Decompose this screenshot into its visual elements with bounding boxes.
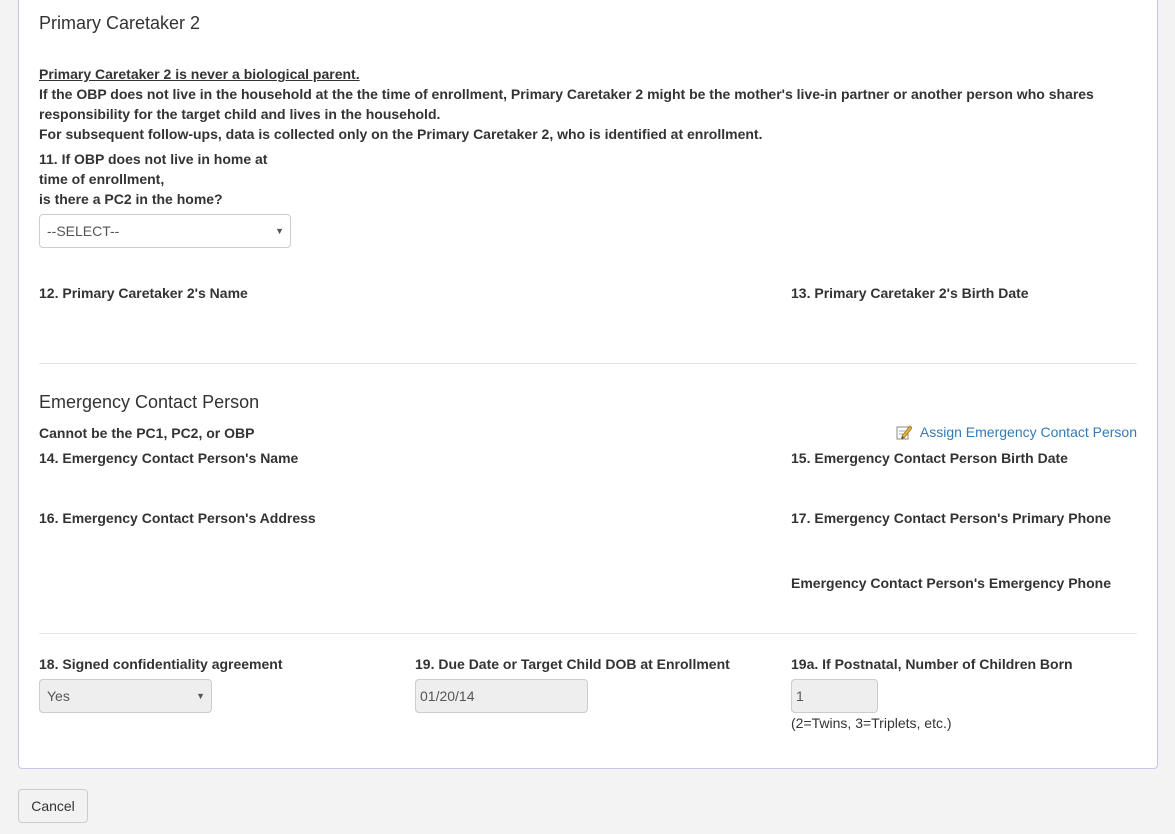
q11-label-line1: 11. If OBP does not live in home at [39,151,268,167]
section-divider [39,363,1137,364]
q11-label-line2: time of enrollment, [39,171,165,187]
q11-label-line3: is there a PC2 in the home? [39,191,223,207]
pc2-note-line3: For subsequent follow-ups, data is colle… [39,126,763,142]
q18-confidentiality-select[interactable]: Yes ▼ [39,679,212,713]
pc2-note-underline: Primary Caretaker 2 is never a biologica… [39,66,360,82]
q19-due-date-field[interactable]: 01/20/14 [415,679,588,713]
q18-label: 18. Signed confidentiality agreement [39,656,283,672]
q17-label: 17. Emergency Contact Person's Primary P… [791,510,1112,526]
q13-label: 13. Primary Caretaker 2's Birth Date [791,285,1029,301]
q11-pc2-in-home-select[interactable]: --SELECT-- ▼ [39,214,291,248]
q19-label: 19. Due Date or Target Child DOB at Enro… [415,656,730,672]
emergency-section-title: Emergency Contact Person [39,392,260,412]
q11-selected-value: --SELECT-- [47,223,120,239]
pc2-section-title: Primary Caretaker 2 [39,13,201,33]
emergency-subtitle: Cannot be the PC1, PC2, or OBP [39,425,255,441]
q19a-hint: (2=Twins, 3=Triplets, etc.) [791,715,952,731]
q14-label: 14. Emergency Contact Person's Name [39,450,299,466]
q15-label: 15. Emergency Contact Person Birth Date [791,450,1068,466]
pc2-note-line1: If the OBP does not live in the househol… [39,86,1094,102]
q11-label: 11. If OBP does not live in home at time… [39,149,267,209]
assign-emergency-contact-link[interactable]: Assign Emergency Contact Person [896,423,1137,440]
q19a-label: 19a. If Postnatal, Number of Children Bo… [791,656,1073,672]
q16-label: 16. Emergency Contact Person's Address [39,510,316,526]
cancel-button[interactable]: Cancel [18,789,88,823]
section-divider [39,633,1137,634]
pc2-note-line2: responsibility for the target child and … [39,106,441,122]
q19a-children-born-field[interactable]: 1 [791,679,878,713]
chevron-down-icon: ▼ [275,226,284,236]
assign-emergency-contact-label: Assign Emergency Contact Person [919,424,1137,441]
emergency-phone-label: Emergency Contact Person's Emergency Pho… [791,575,1111,591]
chevron-down-icon: ▼ [196,691,205,701]
q12-label: 12. Primary Caretaker 2's Name [39,285,248,301]
pc2-notes: Primary Caretaker 2 is never a biologica… [39,64,1139,144]
q18-selected-value: Yes [47,688,70,704]
edit-pencil-icon [896,424,913,440]
